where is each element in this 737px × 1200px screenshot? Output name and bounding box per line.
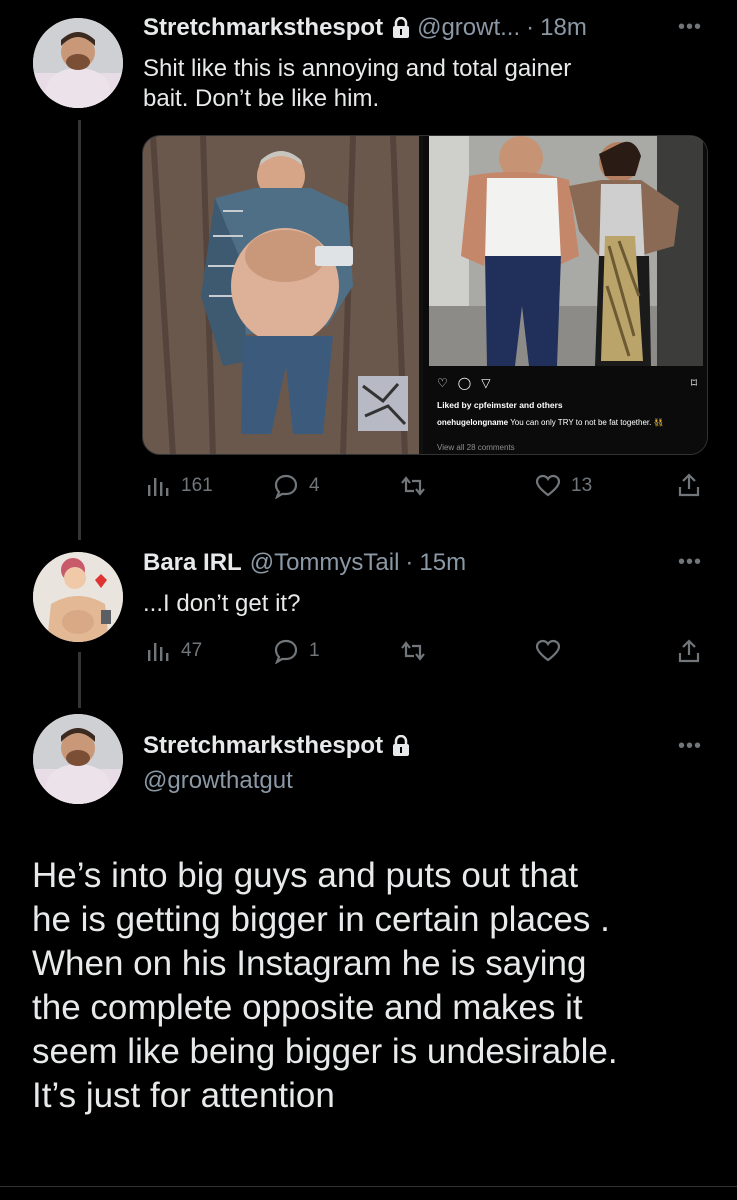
display-name[interactable]: Stretchmarksthespot [143, 732, 383, 760]
thread-connector [78, 652, 81, 708]
like-button[interactable]: 13 [535, 473, 592, 499]
tweet-header: Stretchmarksthespot [143, 732, 417, 760]
main-tweet-line: he is getting bigger in certain places . [32, 900, 610, 939]
more-dots-icon[interactable]: ••• [678, 735, 702, 758]
comment-icon: ◯ [457, 376, 472, 390]
handle[interactable]: @growthatgut [143, 766, 293, 796]
instagram-caption: onehugelongname You can only TRY to not … [437, 418, 677, 428]
lock-icon [391, 734, 411, 757]
retweet-icon [401, 641, 425, 661]
share-icon [678, 473, 700, 497]
timestamp[interactable]: 15m [419, 549, 466, 577]
thread-connector [78, 120, 81, 540]
avatar[interactable] [33, 18, 123, 108]
media-grid[interactable]: ♡ ◯ ▽ ⌑ Liked by cpfeimster and others o… [142, 135, 708, 455]
main-tweet-line: It’s just for attention [32, 1076, 335, 1115]
heart-icon [535, 474, 561, 497]
instagram-view-comments: View all 28 comments [437, 443, 515, 452]
reply-bubble-icon [274, 474, 298, 499]
main-tweet-line: seem like being bigger is undesirable. [32, 1032, 618, 1071]
display-name[interactable]: Bara IRL [143, 549, 242, 577]
retweet-button[interactable] [400, 638, 436, 664]
share-button[interactable] [676, 638, 702, 664]
reply-bubble-icon [274, 639, 298, 664]
reply-count: 4 [309, 475, 320, 496]
share-icon [678, 639, 700, 663]
instagram-liked-by: Liked by cpfeimster and others [437, 400, 563, 410]
main-tweet-line: He’s into big guys and puts out that [32, 856, 579, 895]
heart-icon: ♡ [437, 376, 448, 390]
avatar[interactable] [33, 714, 123, 804]
views-count: 161 [181, 475, 213, 496]
tweet-header: Bara IRL @TommysTail · 15m [143, 549, 466, 577]
more-dots-icon[interactable]: ••• [678, 551, 702, 574]
like-button[interactable] [535, 638, 571, 664]
main-tweet-line: the complete opposite and makes it [32, 988, 583, 1027]
send-icon: ▽ [481, 376, 491, 390]
instagram-caption-user: onehugelongname [437, 418, 509, 427]
timestamp[interactable]: 18m [540, 14, 587, 42]
views-count: 47 [181, 640, 203, 661]
views-bar-icon [148, 643, 169, 661]
handle[interactable]: @TommysTail [250, 549, 400, 577]
display-name[interactable]: Stretchmarksthespot [143, 14, 383, 42]
avatar[interactable] [33, 552, 123, 642]
tweet-text: Shit like this is annoying and total gai… [143, 54, 571, 114]
separator-dot: · [526, 14, 535, 41]
views-bar-icon [148, 478, 169, 496]
tweet-text-line: bait. Don’t be like him. [143, 85, 380, 112]
separator-dot: · [405, 549, 414, 576]
views-button[interactable]: 47 [145, 638, 202, 664]
reply-button[interactable]: 1 [273, 638, 320, 664]
like-count: 13 [571, 475, 593, 496]
instagram-action-icons: ♡ ◯ ▽ [437, 376, 490, 390]
tweet-header: Stretchmarksthespot @growt... · 18m [143, 14, 587, 42]
share-button[interactable] [676, 472, 702, 498]
tweet-text: ...I don’t get it? [143, 590, 301, 617]
instagram-post[interactable]: ♡ ◯ ▽ ⌑ Liked by cpfeimster and others o… [423, 136, 707, 454]
handle[interactable]: @growt... [417, 14, 520, 42]
heart-icon [535, 639, 561, 662]
retweet-button[interactable] [400, 473, 436, 499]
more-dots-icon[interactable]: ••• [678, 16, 702, 39]
main-tweet-line: When on his Instagram he is saying [32, 944, 587, 983]
main-tweet-text: He’s into big guys and puts out that he … [32, 854, 712, 1118]
views-button[interactable]: 161 [145, 473, 213, 499]
instagram-caption-text: You can only TRY to not be fat together.… [510, 418, 664, 427]
reply-button[interactable]: 4 [273, 473, 320, 499]
photo-two-men [429, 136, 703, 366]
photo-mirror-selfie[interactable] [143, 136, 419, 454]
tweet-text-line: Shit like this is annoying and total gai… [143, 55, 572, 82]
lock-icon [391, 16, 411, 39]
reply-count: 1 [309, 640, 320, 661]
retweet-icon [401, 476, 425, 496]
divider [0, 1186, 737, 1187]
bookmark-icon: ⌑ [690, 376, 697, 390]
